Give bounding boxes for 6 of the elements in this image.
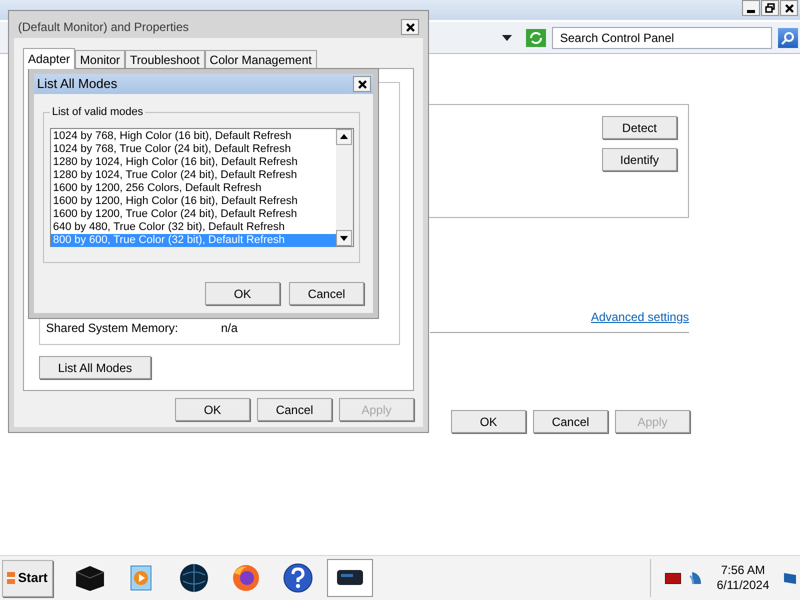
clock-date: 6/11/2024: [716, 578, 770, 593]
info-value: n/a: [221, 320, 238, 337]
info-label: Shared System Memory:: [46, 320, 180, 337]
dialog-title: (Default Monitor) and Properties: [18, 19, 189, 36]
clock-time: 7:56 AM: [720, 563, 766, 578]
dialog-title: List All Modes: [37, 75, 118, 94]
